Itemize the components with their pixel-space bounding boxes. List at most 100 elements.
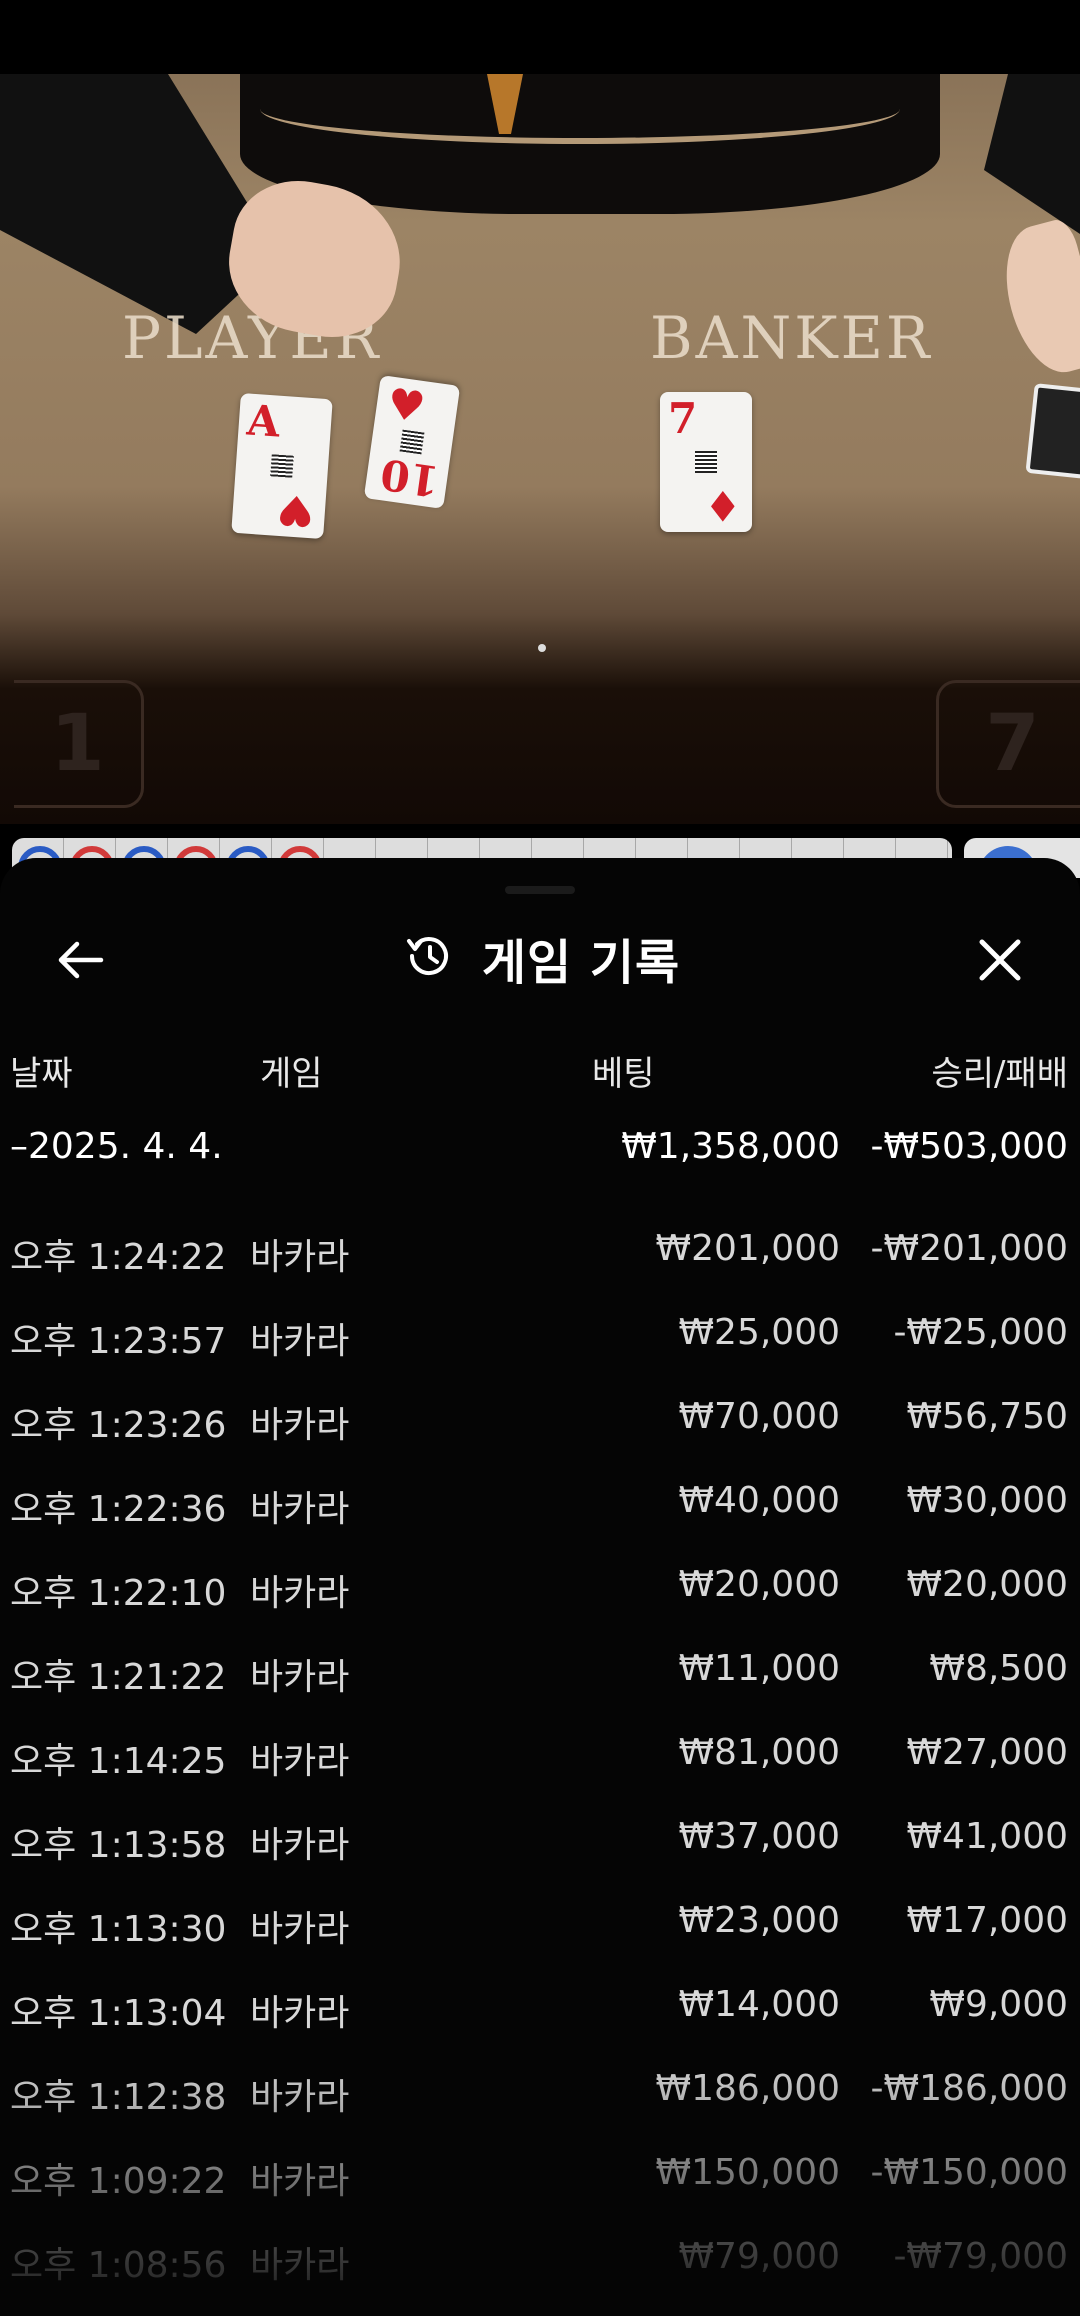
dealer-hand-right [991, 216, 1080, 382]
column-game[interactable]: 게임 [260, 1046, 323, 1095]
status-bar [0, 0, 1080, 74]
row-time: 오후 1:24:22 [10, 1237, 227, 1278]
history-icon [400, 928, 456, 988]
card-barcode [270, 454, 294, 478]
history-list: 오후 1:24:22 바카라 ₩201,000 -₩201,000 오후 1:23:57… [0, 1208, 1080, 2300]
live-dealer-video[interactable]: PLAYER BANKER A ♥ 10 ♥ 7 ♦ [0, 74, 1080, 824]
column-bet[interactable]: 베팅 [592, 1046, 655, 1095]
history-row[interactable]: 오후 1:12:38 바카라 ₩186,000 -₩186,000 [0, 2048, 1080, 2132]
row-result: -₩79,000 [893, 2236, 1068, 2277]
row-game: 바카라 [250, 1993, 350, 2034]
row-bet: ₩79,000 [678, 2236, 840, 2277]
column-date[interactable]: 날짜 [10, 1046, 73, 1095]
card-rank: 7 [668, 394, 698, 443]
row-game: 바카라 [250, 1489, 350, 1530]
row-time: 오후 1:22:10 [10, 1573, 227, 1614]
row-game: 바카라 [250, 2077, 350, 2118]
row-time: 오후 1:14:25 [10, 1741, 227, 1782]
row-game: 바카라 [250, 1237, 350, 1278]
row-time: 오후 1:23:26 [10, 1405, 227, 1446]
row-time: 오후 1:13:58 [10, 1825, 227, 1866]
history-row[interactable]: 오후 1:23:57 바카라 ₩25,000 -₩25,000 [0, 1292, 1080, 1376]
row-time: 오후 1:23:57 [10, 1321, 227, 1362]
row-bet: ₩14,000 [678, 1984, 840, 2025]
row-game: 바카라 [250, 1405, 350, 1446]
row-game: 바카라 [250, 1825, 350, 1866]
banker-score: 7 [936, 680, 1080, 808]
history-row[interactable]: 오후 1:13:04 바카라 ₩14,000 ₩9,000 [0, 1964, 1080, 2048]
row-result: -₩201,000 [870, 1228, 1068, 1269]
row-game: 바카라 [250, 1741, 350, 1782]
game-history-sheet: 게임 기록 날짜 게임 베팅 승리/패배 –2025. 4. 4. ₩1,358… [0, 858, 1080, 2316]
row-time: 오후 1:22:36 [10, 1489, 227, 1530]
card-suit: ♦ [704, 481, 742, 530]
sheet-title: 게임 기록 [481, 935, 681, 991]
row-game: 바카라 [250, 1657, 350, 1698]
sheet-header: 게임 기록 [0, 918, 1080, 998]
row-game: 바카라 [250, 1573, 350, 1614]
history-row[interactable]: 오후 1:13:58 바카라 ₩37,000 ₩41,000 [0, 1796, 1080, 1880]
group-date: –2025. 4. 4. [10, 1126, 223, 1167]
row-result: -₩150,000 [870, 2152, 1068, 2193]
row-time: 오후 1:08:56 [10, 2245, 227, 2286]
table-marker [538, 644, 546, 652]
history-row[interactable]: 오후 1:08:56 바카라 ₩79,000 -₩79,000 [0, 2216, 1080, 2300]
row-result: -₩25,000 [893, 1312, 1068, 1353]
row-bet: ₩70,000 [678, 1396, 840, 1437]
row-time: 오후 1:12:38 [10, 2077, 227, 2118]
row-result: ₩27,000 [906, 1732, 1068, 1773]
history-row[interactable]: 오후 1:23:26 바카라 ₩70,000 ₩56,750 [0, 1376, 1080, 1460]
card-barcode [695, 451, 717, 473]
close-icon[interactable] [970, 930, 1030, 990]
history-row[interactable]: 오후 1:09:22 바카라 ₩150,000 -₩150,000 [0, 2132, 1080, 2216]
history-row[interactable]: 오후 1:22:36 바카라 ₩40,000 ₩30,000 [0, 1460, 1080, 1544]
row-bet: ₩20,000 [678, 1564, 840, 1605]
row-game: 바카라 [250, 1909, 350, 1950]
row-result: ₩20,000 [906, 1564, 1068, 1605]
row-bet: ₩186,000 [655, 2068, 840, 2109]
row-time: 오후 1:13:30 [10, 1909, 227, 1950]
row-bet: ₩25,000 [678, 1312, 840, 1353]
row-bet: ₩40,000 [678, 1480, 840, 1521]
banker-label: BANKER [650, 304, 933, 372]
player-card-2: 10 ♥ [363, 375, 461, 509]
row-result: ₩9,000 [929, 1984, 1068, 2025]
table-edge [260, 74, 900, 144]
card-rank: A [245, 395, 282, 447]
card-suit: ♥ [275, 484, 317, 537]
history-row[interactable]: 오후 1:24:22 바카라 ₩201,000 -₩201,000 [0, 1208, 1080, 1292]
row-result: ₩56,750 [906, 1396, 1068, 1437]
row-game: 바카라 [250, 2245, 350, 2286]
group-result-total: -₩503,000 [870, 1126, 1068, 1167]
date-group-row[interactable]: –2025. 4. 4. ₩1,358,000 -₩503,000 [0, 1126, 1080, 1186]
row-time: 오후 1:21:22 [10, 1657, 227, 1698]
drag-handle[interactable] [505, 886, 575, 894]
history-row[interactable]: 오후 1:14:25 바카라 ₩81,000 ₩27,000 [0, 1712, 1080, 1796]
history-row[interactable]: 오후 1:13:30 바카라 ₩23,000 ₩17,000 [0, 1880, 1080, 1964]
card-shoe [1025, 383, 1080, 479]
history-row[interactable]: 오후 1:22:10 바카라 ₩20,000 ₩20,000 [0, 1544, 1080, 1628]
row-result: ₩8,500 [929, 1648, 1068, 1689]
row-result: ₩17,000 [906, 1900, 1068, 1941]
row-game: 바카라 [250, 2161, 350, 2202]
row-bet: ₩201,000 [655, 1228, 840, 1269]
dealer-arm-right [984, 74, 1080, 234]
row-bet: ₩81,000 [678, 1732, 840, 1773]
column-result[interactable]: 승리/패배 [931, 1046, 1068, 1095]
row-time: 오후 1:09:22 [10, 2161, 227, 2202]
player-card-1: A ♥ [231, 392, 333, 540]
group-bet-total: ₩1,358,000 [621, 1126, 840, 1167]
row-result: ₩41,000 [906, 1816, 1068, 1857]
row-time: 오후 1:13:04 [10, 1993, 227, 2034]
row-bet: ₩37,000 [678, 1816, 840, 1857]
card-suit: ♥ [383, 378, 428, 433]
row-game: 바카라 [250, 1321, 350, 1362]
row-bet: ₩150,000 [655, 2152, 840, 2193]
history-row[interactable]: 오후 1:21:22 바카라 ₩11,000 ₩8,500 [0, 1628, 1080, 1712]
row-result: ₩30,000 [906, 1480, 1068, 1521]
row-result: -₩186,000 [870, 2068, 1068, 2109]
card-barcode [399, 429, 425, 455]
row-bet: ₩11,000 [678, 1648, 840, 1689]
banker-card-1: 7 ♦ [660, 392, 752, 532]
player-score: 1 [14, 680, 144, 808]
